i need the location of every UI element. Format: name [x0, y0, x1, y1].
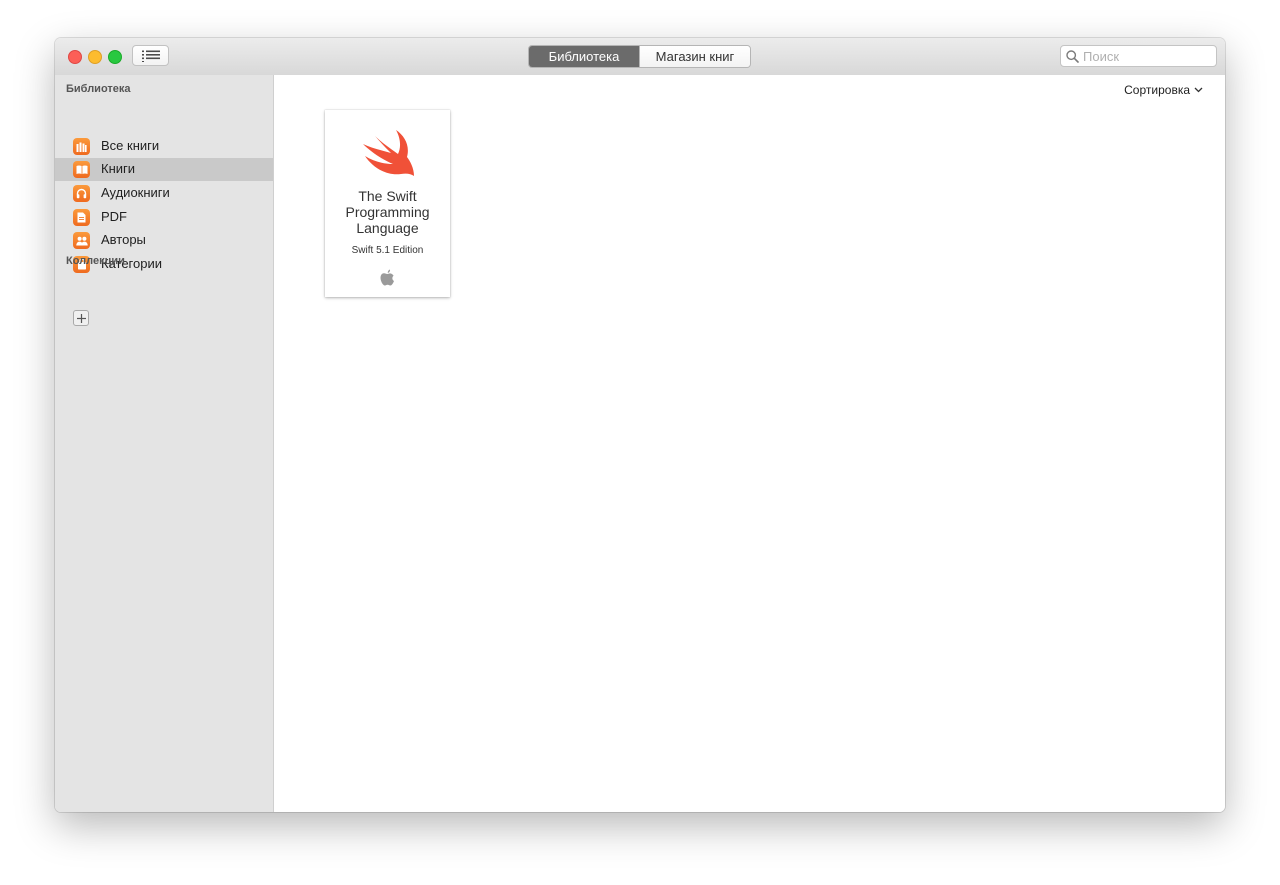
sidebar-item-label: Книги	[101, 161, 136, 176]
close-window-button[interactable]	[68, 50, 82, 64]
sidebar-item-pdf[interactable]: PDF	[55, 206, 273, 229]
sidebar-item-label: Все книги	[101, 138, 160, 153]
collections-section-title: Коллекции	[66, 255, 125, 267]
search-field[interactable]: Поиск	[1060, 45, 1217, 67]
document-icon	[73, 209, 90, 226]
book-cover[interactable]: The Swift Programming Language Swift 5.1…	[325, 110, 450, 297]
zoom-window-button[interactable]	[108, 50, 122, 64]
sort-menu-button[interactable]: Сортировка	[1124, 83, 1203, 97]
list-icon	[141, 50, 160, 62]
book-title: The Swift Programming Language	[345, 188, 430, 236]
tab-book-store[interactable]: Магазин книг	[639, 46, 750, 67]
sidebar-item-authors[interactable]: Авторы	[55, 229, 273, 252]
sidebar-item-audiobooks[interactable]: Аудиокниги	[55, 182, 273, 205]
title-bar: Библиотека Магазин книг Поиск	[55, 38, 1225, 76]
sort-label: Сортировка	[1124, 83, 1190, 97]
sidebar-item-label: Авторы	[101, 232, 146, 247]
sidebar: Библиотека Все книги Книги Аудиокниги PD…	[55, 75, 274, 812]
library-section-title: Библиотека	[66, 83, 131, 95]
people-icon	[73, 232, 90, 249]
book-edition: Swift 5.1 Edition	[351, 245, 424, 256]
library-icon	[73, 138, 90, 155]
plus-icon	[76, 313, 86, 323]
swift-bird-icon	[363, 130, 414, 176]
search-icon	[1066, 49, 1079, 63]
add-collection-button[interactable]	[73, 310, 89, 326]
sidebar-item-books[interactable]: Книги	[55, 158, 273, 181]
library-store-switcher: Библиотека Магазин книг	[528, 45, 751, 68]
apple-logo-icon	[380, 269, 394, 286]
headphones-icon	[73, 185, 90, 202]
sidebar-item-all-books[interactable]: Все книги	[55, 135, 273, 158]
chevron-down-icon	[1194, 87, 1203, 93]
search-input[interactable]: Поиск	[1083, 49, 1119, 64]
books-app-window: Библиотека Магазин книг Поиск Библиотека	[55, 38, 1225, 812]
minimize-window-button[interactable]	[88, 50, 102, 64]
library-content: Сортировка The Swift Programming Languag…	[274, 75, 1225, 812]
sidebar-item-label: PDF	[101, 209, 127, 224]
open-book-icon	[73, 161, 90, 178]
tab-library[interactable]: Библиотека	[529, 46, 639, 67]
sidebar-item-label: Аудиокниги	[101, 185, 170, 200]
sidebar-toggle-button[interactable]	[132, 45, 169, 66]
